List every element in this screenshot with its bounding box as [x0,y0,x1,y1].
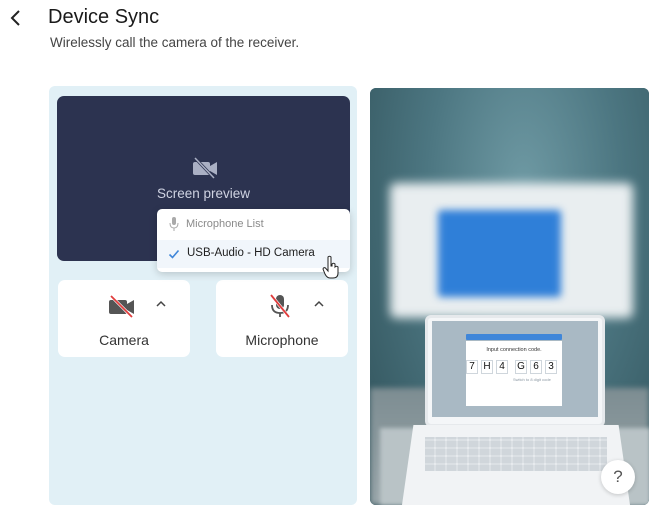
screen-preview-label: Screen preview [156,186,251,201]
chevron-up-icon[interactable] [154,297,168,311]
microphone-label: Microphone [245,332,319,348]
microphone-icon [169,217,179,231]
code-digit: H [481,360,493,374]
code-digit: 4 [496,360,508,374]
hand-cursor-icon [322,255,339,279]
microphone-list-title: Microphone List [186,218,264,230]
code-digit: 3 [545,360,557,374]
connection-code-title: Input connection code. [486,347,542,353]
page-title: Device Sync [48,6,160,28]
code-digit: 7 [466,360,478,374]
microphone-off-icon[interactable] [265,293,295,319]
camera-off-icon[interactable] [107,293,137,319]
check-icon [168,249,180,259]
code-digit: 6 [530,360,542,374]
help-button[interactable]: ? [601,460,635,494]
laptop-keyboard [425,437,607,471]
laptop-app-titlebar [466,334,562,340]
page-subtitle: Wirelessly call the camera of the receiv… [50,35,300,50]
code-switch-hint: Switch to 8 digit code [513,377,551,382]
code-digit: G [515,360,527,374]
camera-label: Camera [99,332,149,348]
camera-card[interactable]: Camera [58,280,190,357]
microphone-list-header: Microphone List [157,209,350,239]
chevron-up-icon[interactable] [312,297,326,311]
microphone-card[interactable]: Microphone [216,280,348,357]
back-icon[interactable] [6,8,26,28]
tv-screen [438,210,561,297]
microphone-option-label: USB-Audio - HD Camera [187,247,315,259]
camera-off-icon [193,156,217,180]
